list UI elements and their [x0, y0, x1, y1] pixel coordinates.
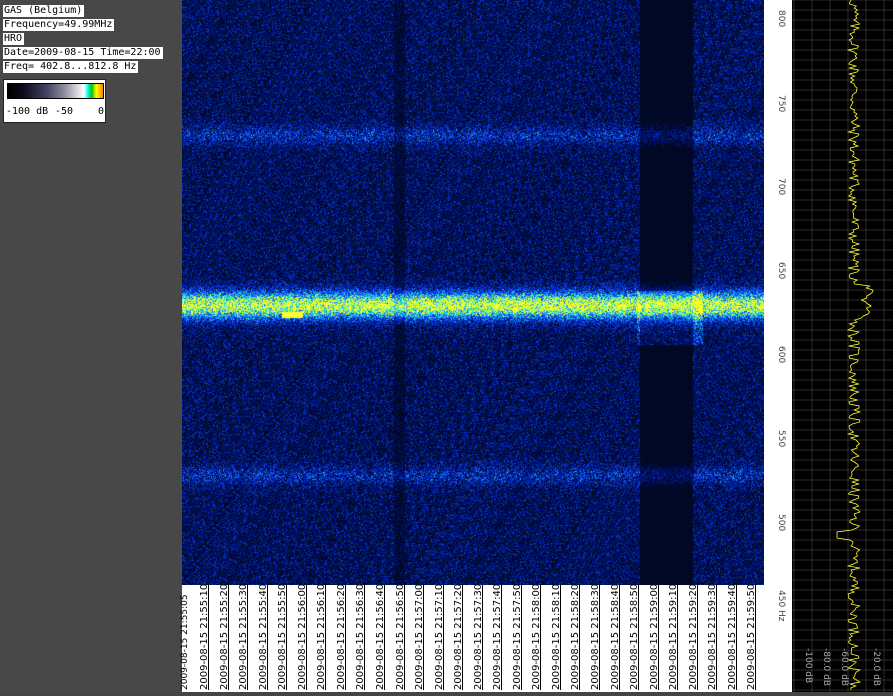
- time-tick-label: 2009-08-15 21:58:50: [629, 583, 641, 690]
- time-tick-label: 2009-08-15 21:55:30: [238, 583, 250, 690]
- time-tick-label: 2009-08-15 21:59:10: [668, 583, 680, 690]
- time-tick-label: 2009-08-15 21:56:10: [316, 583, 328, 690]
- mode-label: HRO: [3, 33, 25, 45]
- time-tick-label: 2009-08-15 21:58:40: [609, 583, 621, 690]
- time-tick-label: 2009-08-15 21:57:30: [472, 583, 484, 690]
- time-tick-label: 2009-08-15 21:55:40: [257, 583, 269, 690]
- time-tick-label: 2009-08-15 21:57:00: [414, 583, 426, 690]
- time-tick-label: 2009-08-15 21:58:30: [590, 583, 601, 690]
- time-tick-label: 2009-08-15 21:55:50: [277, 583, 289, 690]
- freq-tick-label: 800: [776, 10, 786, 28]
- spectrogram-canvas: [182, 0, 764, 585]
- freq-tick-label: 600: [776, 346, 786, 364]
- info-panel: GAS (Belgium) Frequency=49.99MHz HRO Dat…: [0, 0, 182, 692]
- time-tick-label: 2009-08-15 21:59:20: [687, 583, 699, 690]
- time-tick-label: 2009-08-15 21:57:20: [453, 583, 465, 690]
- time-tick-label: 2009-08-15 21:57:10: [433, 583, 445, 690]
- time-tick-label: 2009-08-15 21:56:30: [355, 583, 367, 690]
- station-label: GAS (Belgium): [3, 5, 85, 17]
- time-tick-label: 2009-08-15 21:56:00: [296, 583, 308, 690]
- spectrum-trace-panel: -100 dB -80.0 dB -60.0 dB -20.0 dB: [792, 0, 893, 692]
- time-tick-label: 2009-08-15 21:59:30: [707, 583, 719, 690]
- time-tick-label: 2009-08-15 21:57:50: [511, 583, 523, 690]
- time-tick-label: 2009-08-15 21:58:10: [550, 583, 562, 690]
- time-tick-label: 2009-08-15 21:59:50: [746, 583, 758, 690]
- legend-min-label: -100 dB: [6, 106, 49, 117]
- time-tick-label: 2009-08-15 21:59:00: [648, 583, 660, 690]
- freq-tick-label: 700: [776, 178, 786, 196]
- freq-tick-label: 500: [776, 514, 786, 532]
- time-tick-label: 2009-08-15 21:59:40: [726, 583, 738, 690]
- freq-tick-label: 650: [776, 262, 786, 280]
- spectrum-db-label: -60.0 dB: [839, 648, 849, 686]
- freq-tick-label: 750: [776, 95, 786, 113]
- datetime-label: Date=2009-08-15 Time=22:00: [3, 47, 163, 59]
- legend-mid-label: -50: [55, 106, 74, 117]
- time-axis: 2009-08-15 21:55:05 2009-08-15 21:55:10 20…: [180, 583, 764, 692]
- spectrum-trace: [836, 0, 874, 691]
- time-tick-label: 2009-08-15 21:56:50: [394, 583, 406, 690]
- time-tick-label: 2009-08-15 21:56:40: [374, 583, 386, 690]
- frequency-label: Frequency=49.99MHz: [3, 19, 115, 31]
- freq-range-label: Freq= 402.8...812.8 Hz: [3, 61, 139, 73]
- color-scale-legend: -100 dB -50 0: [3, 79, 106, 123]
- time-tick-label: 2009-08-15 21:58:00: [531, 583, 543, 690]
- spectrum-db-label: -100 dB: [803, 648, 813, 683]
- spectrum-trace-svg: -100 dB -80.0 dB -60.0 dB -20.0 dB: [792, 0, 893, 692]
- color-scale-bar: [7, 83, 104, 99]
- spectrum-db-label: -20.0 dB: [871, 648, 881, 686]
- time-tick-label: 2009-08-15 21:55:20: [218, 583, 230, 690]
- legend-max-label: 0: [98, 106, 105, 117]
- time-tick-label: 2009-08-15 21:55:10: [199, 583, 210, 690]
- spectrum-db-label: -80.0 dB: [821, 648, 831, 686]
- freq-tick-label: 550: [776, 430, 786, 448]
- freq-tick-label: 450 Hz: [776, 590, 786, 622]
- time-tick-label: 2009-08-15 21:57:40: [492, 583, 504, 690]
- spectrogram-waterfall[interactable]: [182, 0, 764, 585]
- time-tick-label: 2009-08-15 21:55:05: [180, 594, 190, 690]
- time-tick-label: 2009-08-15 21:58:20: [570, 583, 582, 690]
- frequency-axis: 800 750 700 650 600 550 500 450 Hz: [764, 0, 792, 692]
- time-tick-label: 2009-08-15 21:56:20: [335, 583, 347, 690]
